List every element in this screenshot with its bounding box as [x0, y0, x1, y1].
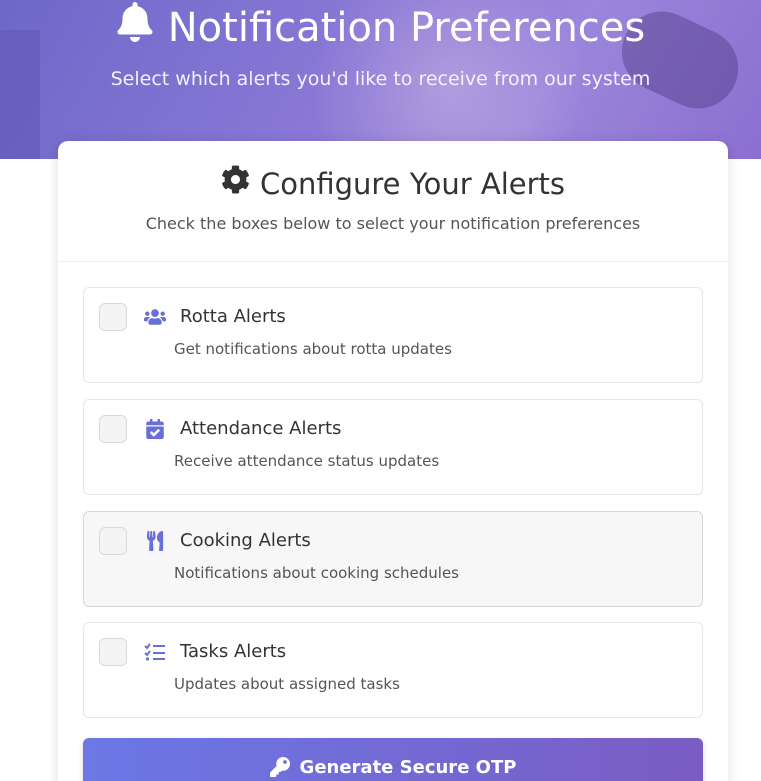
attendance-alerts-checkbox[interactable] [99, 415, 127, 443]
generate-otp-label: Generate Secure OTP [299, 757, 517, 778]
alert-option-rotta[interactable]: Rotta Alerts Get notifications about rot… [83, 287, 703, 383]
rotta-alerts-checkbox[interactable] [99, 303, 127, 331]
alert-option-attendance[interactable]: Attendance Alerts Receive attendance sta… [83, 399, 703, 495]
cooking-alerts-checkbox[interactable] [99, 527, 127, 555]
alert-description: Notifications about cooking schedules [174, 564, 459, 582]
utensils-icon [144, 531, 166, 551]
page-title-text: Notification Preferences [167, 5, 646, 51]
tasks-alerts-checkbox[interactable] [99, 638, 127, 666]
card-subtitle: Check the boxes below to select your not… [145, 214, 641, 233]
users-icon [144, 307, 166, 327]
gear-icon [221, 165, 250, 203]
card-header: Configure Your Alerts Check the boxes be… [58, 141, 728, 262]
hero-banner: Notification Preferences Select which al… [0, 0, 761, 159]
alert-label: Tasks Alerts [180, 641, 287, 662]
card-title-text: Configure Your Alerts [259, 167, 566, 201]
alert-label: Cooking Alerts [180, 530, 311, 551]
page-subtitle: Select which alerts you'd like to receiv… [110, 68, 651, 90]
alert-description: Updates about assigned tasks [174, 675, 400, 693]
alert-label: Attendance Alerts [180, 418, 342, 439]
task-list-icon [144, 642, 166, 662]
page-title: Notification Preferences [0, 2, 761, 54]
alert-option-cooking[interactable]: Cooking Alerts Notifications about cooki… [83, 511, 703, 607]
alert-option-tasks[interactable]: Tasks Alerts Updates about assigned task… [83, 622, 703, 718]
alert-description: Receive attendance status updates [174, 452, 440, 470]
bell-icon [116, 2, 154, 54]
card-title: Configure Your Alerts [58, 141, 728, 203]
alert-label: Rotta Alerts [180, 306, 286, 327]
alert-description: Get notifications about rotta updates [174, 340, 452, 358]
preferences-card: Configure Your Alerts Check the boxes be… [58, 141, 728, 781]
calendar-check-icon [144, 419, 166, 439]
key-icon [269, 757, 290, 781]
generate-otp-button[interactable]: Generate Secure OTP [83, 738, 703, 781]
